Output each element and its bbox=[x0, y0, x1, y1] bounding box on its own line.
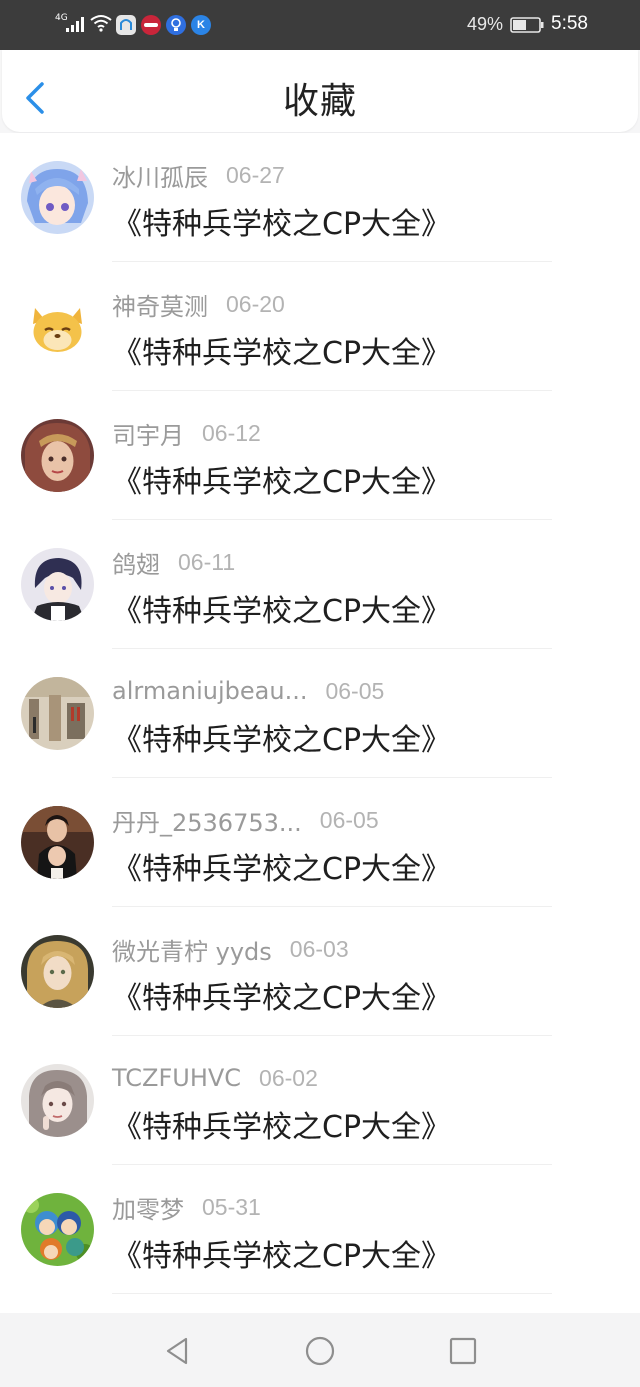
item-meta: 丹丹_2536753... 06-05 bbox=[112, 803, 379, 838]
app-notification-icon bbox=[116, 15, 136, 35]
battery-icon bbox=[510, 17, 544, 33]
item-meta: 司宇月 06-12 bbox=[112, 416, 261, 451]
battery-percentage: 49% bbox=[467, 14, 504, 34]
username[interactable]: 加零梦 bbox=[112, 1190, 184, 1225]
username[interactable]: TCZFUHVC bbox=[112, 1064, 241, 1092]
username[interactable]: 鸽翅 bbox=[112, 545, 160, 580]
date: 06-05 bbox=[319, 806, 379, 833]
list-item[interactable]: 神奇莫测 06-20 《特种兵学校之CP大全》 bbox=[0, 262, 640, 391]
list-item[interactable]: 微光青柠 yyds 06-03 《特种兵学校之CP大全》 bbox=[0, 907, 640, 1036]
date: 06-03 bbox=[289, 935, 349, 962]
page-title: 收藏 bbox=[282, 81, 357, 122]
divider bbox=[112, 1293, 552, 1294]
avatar[interactable] bbox=[21, 935, 94, 1008]
item-meta: 冰川孤辰 06-27 bbox=[112, 158, 285, 193]
nav-back-icon[interactable] bbox=[162, 1335, 194, 1367]
item-meta: alrmaniujbeau... 06-05 bbox=[112, 676, 384, 706]
date: 06-20 bbox=[226, 290, 285, 317]
item-title[interactable]: 《特种兵学校之CP大全》 bbox=[112, 328, 451, 372]
item-title[interactable]: 《特种兵学校之CP大全》 bbox=[112, 715, 451, 759]
item-title[interactable]: 《特种兵学校之CP大全》 bbox=[112, 586, 451, 630]
avatar[interactable] bbox=[21, 290, 94, 363]
list-item[interactable]: 司宇月 06-12 《特种兵学校之CP大全》 bbox=[0, 391, 640, 520]
item-title[interactable]: 《特种兵学校之CP大全》 bbox=[112, 199, 451, 243]
avatar[interactable] bbox=[21, 677, 94, 750]
date: 06-02 bbox=[259, 1064, 318, 1091]
avatar[interactable] bbox=[21, 1064, 94, 1137]
list-item[interactable]: alrmaniujbeau... 06-05 《特种兵学校之CP大全》 bbox=[0, 649, 640, 778]
username[interactable]: 神奇莫测 bbox=[112, 287, 208, 322]
date: 06-05 bbox=[325, 677, 385, 704]
item-title[interactable]: 《特种兵学校之CP大全》 bbox=[112, 457, 451, 501]
nav-recent-apps-icon[interactable] bbox=[447, 1335, 479, 1367]
wifi-icon bbox=[90, 15, 112, 32]
date: 06-12 bbox=[202, 419, 261, 446]
clock: 5:58 bbox=[551, 13, 588, 34]
item-title[interactable]: 《特种兵学校之CP大全》 bbox=[112, 973, 451, 1017]
avatar[interactable] bbox=[21, 1193, 94, 1266]
username[interactable]: 冰川孤辰 bbox=[112, 158, 208, 193]
app-header: 收藏 bbox=[2, 50, 638, 132]
item-meta: TCZFUHVC 06-02 bbox=[112, 1063, 318, 1093]
app-notification-icon bbox=[166, 15, 186, 35]
list-item[interactable]: TCZFUHVC 06-02 《特种兵学校之CP大全》 bbox=[0, 1036, 640, 1165]
item-meta: 微光青柠 yyds 06-03 bbox=[112, 932, 349, 967]
signal-icon bbox=[66, 17, 84, 32]
item-title[interactable]: 《特种兵学校之CP大全》 bbox=[112, 844, 451, 888]
item-title[interactable]: 《特种兵学校之CP大全》 bbox=[112, 1102, 451, 1146]
avatar[interactable] bbox=[21, 806, 94, 879]
date: 05-31 bbox=[202, 1193, 261, 1220]
item-title[interactable]: 《特种兵学校之CP大全》 bbox=[112, 1231, 451, 1275]
username[interactable]: 丹丹_2536753... bbox=[112, 803, 302, 838]
system-nav-bar bbox=[0, 1313, 640, 1387]
favorites-list: 冰川孤辰 06-27 《特种兵学校之CP大全》 神奇莫测 06-20 《特种兵学… bbox=[0, 133, 640, 1313]
item-meta: 神奇莫测 06-20 bbox=[112, 287, 285, 322]
avatar[interactable] bbox=[21, 161, 94, 234]
list-item[interactable]: 冰川孤辰 06-27 《特种兵学校之CP大全》 bbox=[0, 133, 640, 262]
status-bar: 4G K 49% 5:58 bbox=[0, 0, 640, 50]
username[interactable]: 微光青柠 yyds bbox=[112, 932, 272, 967]
date: 06-11 bbox=[178, 548, 236, 575]
nav-home-icon[interactable] bbox=[304, 1335, 336, 1367]
username[interactable]: 司宇月 bbox=[112, 416, 184, 451]
list-item[interactable]: 加零梦 05-31 《特种兵学校之CP大全》 bbox=[0, 1165, 640, 1294]
item-meta: 鸽翅 06-11 bbox=[112, 545, 236, 580]
app-notification-icon bbox=[141, 15, 161, 35]
avatar[interactable] bbox=[21, 419, 94, 492]
item-meta: 加零梦 05-31 bbox=[112, 1190, 261, 1225]
app-notification-icon: K bbox=[191, 15, 211, 35]
list-item[interactable]: 鸽翅 06-11 《特种兵学校之CP大全》 bbox=[0, 520, 640, 649]
list-item[interactable]: 丹丹_2536753... 06-05 《特种兵学校之CP大全》 bbox=[0, 778, 640, 907]
avatar[interactable] bbox=[21, 548, 94, 621]
username[interactable]: alrmaniujbeau... bbox=[112, 677, 307, 705]
date: 06-27 bbox=[226, 161, 285, 188]
